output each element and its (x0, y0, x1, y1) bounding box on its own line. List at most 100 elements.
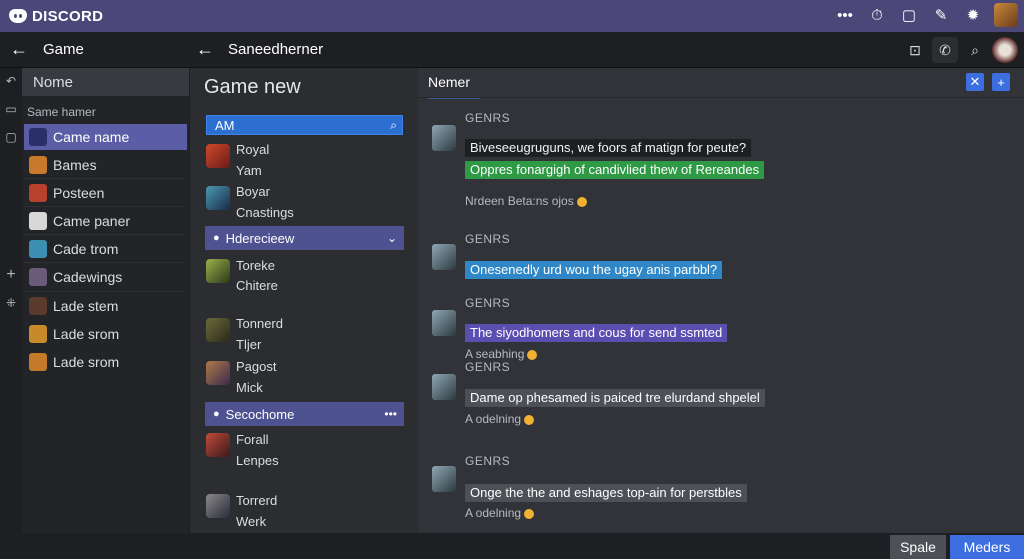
message-author[interactable]: GENRS (465, 296, 510, 310)
game-icon (29, 297, 47, 315)
user-icon: ● (213, 232, 220, 244)
search-icon[interactable]: ⌕ (962, 37, 988, 63)
rail-icon-3[interactable]: ▢ (4, 130, 18, 144)
game-list-panel: Game new AM ⌕ Royal Yam Boyar Cnastings … (189, 68, 417, 533)
entry-subtitle: Chitere (236, 278, 278, 293)
sidebar-item[interactable]: Posteen (24, 180, 187, 206)
close-icon[interactable]: ✕ (966, 73, 984, 91)
sidebar-item[interactable]: Lade stem (24, 293, 187, 319)
reaction[interactable]: A seabhing (465, 347, 538, 361)
chat-panel: Nemer ✕ + GENRS Biveseeugruguns, we foor… (418, 68, 1024, 533)
emoji-icon (524, 414, 535, 425)
message-author[interactable]: GENRS (465, 454, 510, 468)
sidebar-item-label: Lade stem (53, 298, 119, 314)
sidebar-item[interactable]: Cadewings (24, 264, 187, 290)
more-icon[interactable]: ••• (384, 407, 397, 421)
entry-subtitle: Cnastings (236, 205, 294, 220)
sidebar-item-label: Lade srom (53, 354, 120, 370)
search-icon[interactable]: ⌕ (390, 118, 397, 133)
add-icon[interactable]: + (4, 267, 18, 283)
message-author[interactable]: GENRS (465, 360, 510, 374)
entry-title: Torrerd (236, 493, 278, 508)
game-avatar[interactable] (206, 433, 230, 457)
message-avatar[interactable] (432, 374, 456, 400)
search-input[interactable]: AM ⌕ (206, 115, 403, 135)
group-header[interactable]: ● Secochome ••• (205, 402, 404, 426)
rail-icon-2[interactable]: ▭ (4, 102, 18, 116)
game-avatar[interactable] (206, 361, 230, 385)
sidebar-item-label: Cade trom (53, 241, 119, 257)
game-icon (29, 184, 47, 202)
bottom-bar: Spale Meders (0, 533, 1024, 559)
entry-title: Boyar (236, 184, 270, 199)
heart-icon (29, 212, 47, 230)
group-label: Secochome (225, 406, 295, 422)
game-avatar[interactable] (206, 186, 230, 210)
panel-title: Game new (204, 76, 301, 98)
divider (24, 234, 184, 235)
meders-button[interactable]: Meders (950, 535, 1024, 559)
reaction-text: A odelning (465, 506, 522, 520)
game-avatar[interactable] (206, 318, 230, 342)
phone-icon[interactable]: ✆ (932, 37, 958, 63)
game-avatar[interactable] (206, 494, 230, 518)
reaction[interactable]: A odelning (465, 412, 535, 426)
inbox-icon[interactable]: ▢ (898, 4, 920, 26)
message-text: Onge the the and eshages top-ain for per… (465, 484, 747, 502)
sidebar-item[interactable]: Came name (24, 124, 187, 150)
game-icon (29, 240, 47, 258)
message-avatar[interactable] (432, 244, 456, 270)
server-sidebar: Nome Same hamer Came name Bames Posteen … (22, 68, 207, 533)
game-avatar[interactable] (206, 144, 230, 168)
message-text: Biveseeugruguns, we foors af matign for … (465, 139, 752, 157)
sidebar-item[interactable]: Lade srom (24, 321, 187, 347)
reaction[interactable]: A odelning (465, 506, 535, 520)
sidebar-item[interactable]: Came paner (24, 208, 187, 234)
chevron-down-icon[interactable]: ⌄ (387, 231, 397, 245)
clock-icon[interactable]: ⏱ (866, 4, 888, 26)
game-icon (29, 325, 47, 343)
grid-icon[interactable]: ⁜ (4, 296, 18, 310)
game-avatar[interactable] (206, 259, 230, 283)
discord-logo[interactable]: DISCORD (9, 8, 103, 25)
message-text: Oppres fonargigh of candivlied thew of R… (465, 161, 765, 179)
add-icon[interactable]: + (992, 73, 1010, 91)
reaction[interactable]: Nrdeen Beta:ns ojos (465, 194, 587, 208)
spale-button[interactable]: Spale (890, 535, 946, 559)
channel-avatar[interactable] (992, 37, 1018, 63)
back-arrow-icon[interactable]: ← (10, 39, 28, 60)
rail-icon-1[interactable]: ↶ (4, 74, 18, 88)
emoji-icon (524, 508, 535, 519)
tab-nemer[interactable]: Nemer (428, 74, 480, 99)
more-icon[interactable]: ••• (834, 4, 856, 26)
back-arrow-icon-2[interactable]: ← (196, 39, 214, 60)
group-label: Hderecieew (225, 230, 295, 246)
notification-icon[interactable]: ⊡ (902, 37, 928, 63)
message-author[interactable]: GENRS (465, 111, 510, 125)
game-icon (29, 353, 47, 371)
entry-subtitle: Lenpes (236, 453, 279, 468)
divider (24, 178, 184, 179)
user-avatar[interactable] (994, 3, 1018, 27)
message-avatar[interactable] (432, 125, 456, 151)
message-avatar[interactable] (432, 310, 456, 336)
divider (24, 206, 184, 207)
pin-icon[interactable]: ✎ (930, 4, 952, 26)
sidebar-item-label: Came name (53, 129, 130, 145)
sidebar-item[interactable]: Cade trom (24, 236, 187, 262)
sidebar-item-label: Bames (53, 157, 97, 173)
game-icon (29, 268, 47, 286)
entry-title: Tonnerd (236, 316, 283, 331)
group-header[interactable]: ● Hderecieew ⌄ (205, 226, 404, 250)
sidebar-item[interactable]: Lade srom (24, 349, 187, 375)
entry-subtitle: Yam (236, 163, 262, 178)
sidebar-subheader: Same hamer (27, 105, 96, 119)
gear-icon[interactable]: ✹ (962, 4, 984, 26)
message-author[interactable]: GENRS (465, 232, 510, 246)
sidebar-item-label: Lade srom (53, 326, 120, 342)
game-icon (29, 156, 47, 174)
discord-icon (9, 9, 27, 23)
message-avatar[interactable] (432, 466, 456, 492)
sidebar-header[interactable]: Nome (22, 68, 189, 96)
sidebar-item[interactable]: Bames (24, 152, 187, 178)
